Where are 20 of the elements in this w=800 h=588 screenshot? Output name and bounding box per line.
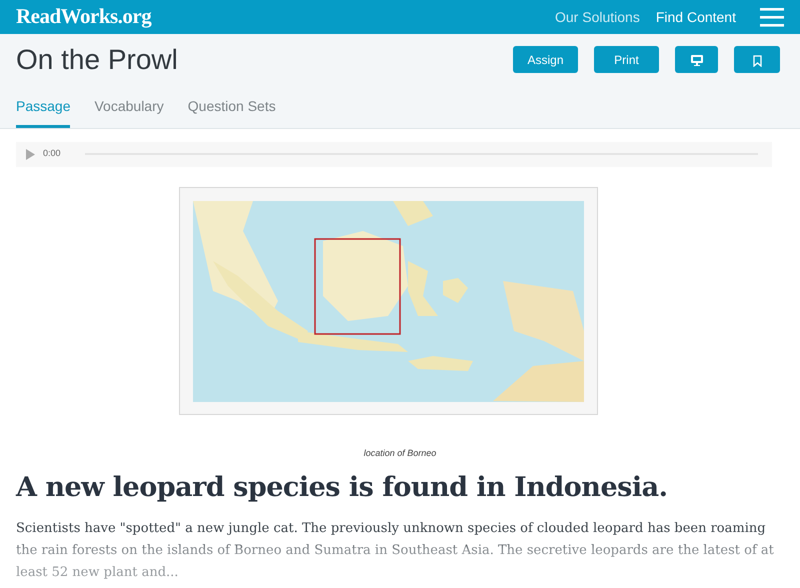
action-button[interactable]: Print [594, 46, 659, 74]
tab[interactable]: Question Sets [188, 96, 276, 128]
tab[interactable]: Vocabulary [94, 96, 164, 128]
article-heading: A new leopard species is found in Indonesia. [16, 472, 668, 504]
bookmark-icon [752, 54, 762, 67]
audio-time: 0:00 [43, 147, 61, 160]
play-icon[interactable] [26, 148, 35, 160]
menu-icon[interactable] [760, 7, 784, 27]
brand-logo[interactable]: ReadWorks.org [16, 6, 152, 26]
figure-caption: location of Borneo [362, 446, 438, 460]
monitor-icon [690, 55, 702, 66]
bookmark-button[interactable] [734, 46, 780, 74]
nav-link[interactable]: Our Solutions [555, 6, 640, 28]
nav-link[interactable]: Find Content [656, 6, 736, 28]
action-button[interactable]: Assign [513, 46, 578, 74]
tab[interactable]: Passage [16, 96, 70, 128]
audio-player[interactable]: 0:00 [16, 142, 772, 167]
page-title: On the Prowl [16, 43, 178, 77]
monitor-button[interactable] [675, 46, 718, 74]
article-paragraph: Scientists have "spotted" a new jungle cat. The previously unknown species of clouded leopard has been roaming the rain forests on the islands of Borneo and Sumatra in Southeast Asia. The secretive leopards are the latest of at least 52 new plant and... [16, 520, 775, 582]
